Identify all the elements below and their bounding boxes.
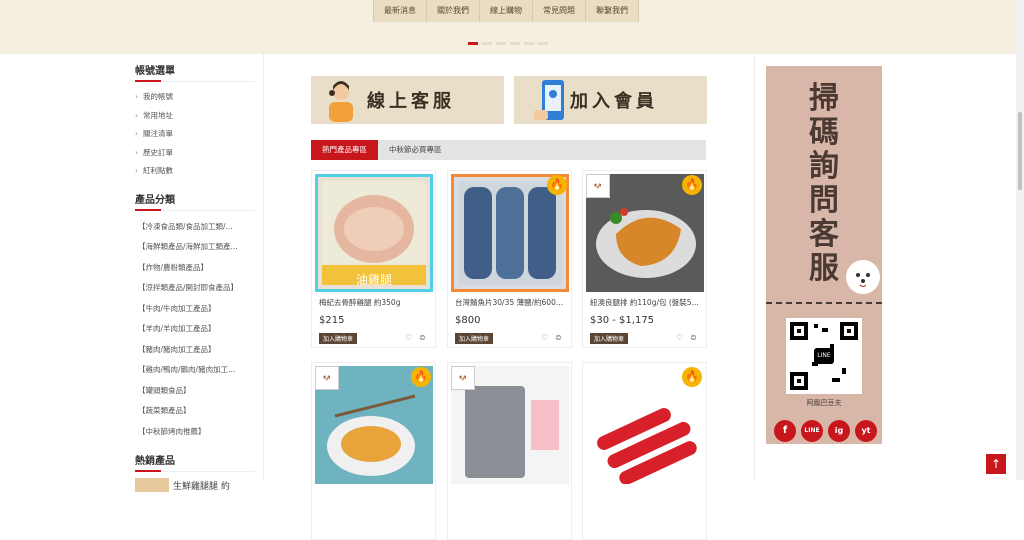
nav-news[interactable]: 最新消息 — [374, 0, 427, 22]
facebook-icon[interactable]: f — [774, 420, 796, 442]
carousel-dot[interactable] — [524, 42, 534, 45]
add-to-cart-button[interactable]: 加入購物車 — [319, 333, 358, 344]
category-list: 【冷凍食品類/食品加工類/... 【海鮮類產品/海鮮加工類產... 【炸物/農粉… — [135, 217, 255, 443]
divider — [754, 54, 755, 480]
divider — [263, 54, 264, 480]
hot-products-title: 熱銷產品 — [135, 452, 255, 472]
join-member-banner[interactable]: 加入會員 — [514, 76, 707, 124]
heart-icon[interactable]: ♡ — [676, 333, 683, 342]
account-item-my-account[interactable]: 我的帳號 — [135, 88, 255, 107]
account-menu: 我的帳號 常用地址 關注清單 歷史訂單 紅利點數 — [135, 88, 255, 181]
nav-shop[interactable]: 線上購物 — [480, 0, 533, 22]
category-item[interactable]: 【雞肉/鴨肉/鵝肉/豬肉加工... — [135, 360, 255, 381]
hot-product-item[interactable]: 生鮮雞腿腿 約 — [135, 478, 255, 492]
online-service-label: 線上客服 — [367, 91, 455, 112]
nav-faq[interactable]: 常見問題 — [533, 0, 586, 22]
tab-hot-products[interactable]: 熱門產品專區 — [311, 140, 378, 160]
product-card[interactable]: 🔥 台灣鯖魚片30/35 薄鹽/約600... $800 加入購物車 ♡ ⊜ — [447, 170, 572, 348]
account-item-orders[interactable]: 歷史訂單 — [135, 144, 255, 163]
category-item[interactable]: 【海鮮類產品/海鮮加工類產... — [135, 237, 255, 258]
fire-icon: 🔥 — [682, 175, 702, 195]
category-item[interactable]: 【罐頭類食品】 — [135, 381, 255, 402]
category-item[interactable]: 【豬肉/豬肉加工產品】 — [135, 340, 255, 361]
online-service-banner[interactable]: 線上客服 — [311, 76, 504, 124]
category-item[interactable]: 【蔬菜類產品】 — [135, 401, 255, 422]
category-item[interactable]: 【羊肉/羊肉加工產品】 — [135, 319, 255, 340]
dog-mascot-icon — [846, 260, 880, 294]
qr-caption: 阿鳳巴豆夫 — [806, 399, 842, 407]
back-to-top-button[interactable]: ↑ — [986, 454, 1006, 474]
fire-icon: 🔥 — [547, 175, 567, 195]
product-price: $30 - $1,175 — [590, 315, 655, 326]
scrollbar-thumb[interactable] — [1018, 112, 1022, 190]
compare-icon[interactable]: ⊜ — [690, 333, 697, 342]
fire-icon: 🔥 — [411, 367, 431, 387]
join-member-label: 加入會員 — [570, 91, 658, 112]
add-to-cart-button[interactable]: 加入購物車 — [455, 333, 494, 344]
hot-product-name: 生鮮雞腿腿 約 — [173, 481, 230, 492]
compare-icon[interactable]: ⊜ — [555, 333, 562, 342]
category-title: 產品分類 — [135, 191, 255, 211]
product-name[interactable]: 台灣鯖魚片30/35 薄鹽/約600... — [455, 297, 567, 308]
product-name[interactable]: 紐澳良腿排 約110g/包 (盤裝5... — [590, 297, 702, 308]
product-image-label: 油雞腿 — [355, 273, 392, 287]
social-links: f LINE ig yt — [774, 420, 877, 442]
scrollbar-track[interactable] — [1016, 0, 1024, 480]
product-card[interactable]: 🐶 🔥 紐澳良腿排 約110g/包 (盤裝5... $30 - $1,175 加… — [582, 170, 707, 348]
account-item-address[interactable]: 常用地址 — [135, 107, 255, 126]
product-name[interactable]: 梅紀去骨醉雞腿 約350g — [319, 297, 431, 308]
product-card[interactable]: 🔥 — [582, 362, 707, 540]
product-card[interactable]: 油雞腿 梅紀去骨醉雞腿 約350g $215 加入購物車 ♡ ⊜ — [311, 170, 436, 348]
account-item-watchlist[interactable]: 關注清單 — [135, 125, 255, 144]
sidebar: 帳號選單 我的帳號 常用地址 關注清單 歷史訂單 紅利點數 產品分類 【冷凍食品… — [135, 62, 255, 492]
product-image[interactable]: 油雞腿 — [315, 174, 433, 292]
category-item[interactable]: 【涼拌類產品/開封即食產品】 — [135, 278, 255, 299]
brand-logo: 🐶 — [315, 366, 339, 390]
add-to-cart-button[interactable]: 加入購物車 — [590, 333, 629, 344]
brand-logo: 🐶 — [586, 174, 610, 198]
compare-icon[interactable]: ⊜ — [419, 333, 426, 342]
heart-icon[interactable]: ♡ — [405, 333, 412, 342]
product-card[interactable]: 🐶 🔥 — [311, 362, 436, 540]
account-menu-title: 帳號選單 — [135, 62, 255, 82]
agent-icon — [311, 76, 367, 124]
carousel-dot[interactable] — [496, 42, 506, 45]
hot-product-thumbnail — [135, 478, 169, 492]
qr-title-text: 掃碼詢問客服 — [809, 81, 839, 286]
product-tabs: 熱門產品專區 中秋節必買專區 — [311, 140, 706, 160]
category-item[interactable]: 【牛肉/牛肉加工產品】 — [135, 299, 255, 320]
category-item[interactable]: 【炸物/農粉類產品】 — [135, 258, 255, 279]
account-item-points[interactable]: 紅利點數 — [135, 162, 255, 181]
category-item[interactable]: 【中秋節烤肉推薦】 — [135, 422, 255, 443]
qr-line-label: LINE — [817, 352, 831, 359]
heart-icon[interactable]: ♡ — [541, 333, 548, 342]
phone-icon — [514, 76, 570, 124]
youtube-icon[interactable]: yt — [855, 420, 877, 442]
carousel-dot[interactable] — [510, 42, 520, 45]
brand-logo: 🐶 — [451, 366, 475, 390]
product-price: $215 — [319, 315, 345, 326]
top-navigation: 最新消息 關於我們 線上購物 常見問題 聯繫我們 — [373, 0, 639, 22]
qr-title: 掃碼詢問客服 — [766, 82, 882, 286]
product-card[interactable]: 🐶 — [447, 362, 572, 540]
instagram-icon[interactable]: ig — [828, 420, 850, 442]
dashed-divider — [766, 302, 882, 304]
tab-mid-autumn[interactable]: 中秋節必買專區 — [378, 140, 453, 160]
carousel-dot[interactable] — [482, 42, 492, 45]
category-item[interactable]: 【冷凍食品類/食品加工類/... — [135, 217, 255, 238]
line-qr-code[interactable]: LINE — [786, 318, 862, 394]
nav-about[interactable]: 關於我們 — [427, 0, 480, 22]
nav-contact[interactable]: 聯繫我們 — [586, 0, 639, 22]
carousel-dot[interactable] — [468, 42, 478, 45]
carousel-dots — [468, 42, 548, 45]
fire-icon: 🔥 — [682, 367, 702, 387]
carousel-dot[interactable] — [538, 42, 548, 45]
qr-contact-panel: 掃碼詢問客服 LINE 阿鳳巴豆夫 f LINE ig yt — [766, 66, 882, 444]
line-icon[interactable]: LINE — [801, 420, 823, 442]
product-price: $800 — [455, 315, 481, 326]
